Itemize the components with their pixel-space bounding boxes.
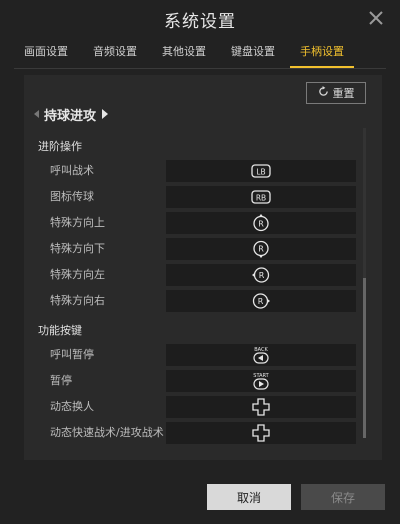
- svg-text:START: START: [253, 373, 269, 379]
- binding-row: 暂停 START: [34, 370, 356, 392]
- scrollbar-thumb[interactable]: [363, 278, 366, 438]
- right-stick-up-icon: R: [253, 214, 269, 232]
- save-button[interactable]: 保存: [301, 484, 385, 510]
- binding-key-slot[interactable]: R: [166, 290, 356, 312]
- binding-row: 呼叫战术 LB: [34, 160, 356, 182]
- binding-label: 特殊方向右: [50, 294, 105, 307]
- binding-label: 呼叫战术: [50, 164, 94, 177]
- binding-row: 特殊方向右 R: [34, 290, 356, 312]
- next-section-icon[interactable]: [102, 109, 109, 119]
- back-button-icon: BACK: [253, 347, 269, 364]
- svg-text:R: R: [259, 271, 265, 280]
- binding-label: 特殊方向下: [50, 242, 105, 255]
- binding-key-slot[interactable]: R: [166, 264, 356, 286]
- tab-keyboard[interactable]: 键盘设置: [221, 40, 285, 68]
- binding-key-slot[interactable]: [166, 422, 356, 444]
- svg-text:LB: LB: [256, 168, 265, 177]
- lb-button-icon: LB: [251, 164, 271, 178]
- binding-label: 图标传球: [50, 190, 94, 203]
- close-icon[interactable]: [366, 8, 386, 28]
- reset-icon: [318, 86, 329, 100]
- binding-row: 动态快速战术/进攻战术: [34, 422, 356, 444]
- svg-text:R: R: [258, 220, 264, 229]
- binding-label: 动态换人: [50, 400, 94, 413]
- prev-section-icon[interactable]: [34, 110, 39, 118]
- binding-row: 特殊方向上 R: [34, 212, 356, 234]
- tab-audio[interactable]: 音频设置: [83, 40, 147, 68]
- binding-key-slot[interactable]: R: [166, 212, 356, 234]
- binding-label: 呼叫暂停: [50, 348, 94, 361]
- right-stick-right-icon: R: [252, 293, 270, 309]
- section-selector: 持球进攻: [34, 104, 109, 124]
- binding-row: 呼叫暂停 BACK: [34, 344, 356, 366]
- binding-row: 特殊方向左 R: [34, 264, 356, 286]
- start-button-icon: START: [253, 373, 270, 390]
- group-title-function-keys: 功能按键: [38, 324, 82, 337]
- binding-key-slot[interactable]: R: [166, 238, 356, 260]
- reset-button[interactable]: 重置: [306, 82, 366, 104]
- tab-gamepad[interactable]: 手柄设置: [290, 40, 354, 68]
- group-title-advanced: 进阶操作: [38, 140, 82, 153]
- tab-divider: [14, 68, 386, 69]
- rb-button-icon: RB: [251, 190, 271, 204]
- binding-key-slot[interactable]: LB: [166, 160, 356, 182]
- right-stick-down-icon: R: [253, 240, 269, 258]
- tab-display[interactable]: 画面设置: [14, 40, 78, 68]
- section-label: 持球进攻: [44, 108, 97, 124]
- settings-tabs: 画面设置 音频设置 其他设置 键盘设置 手柄设置: [0, 40, 400, 70]
- window-title: 系统设置: [164, 11, 236, 32]
- binding-row: 图标传球 RB: [34, 186, 356, 208]
- binding-label: 特殊方向左: [50, 268, 105, 281]
- binding-key-slot[interactable]: [166, 396, 356, 418]
- svg-text:RB: RB: [256, 194, 266, 203]
- cancel-button[interactable]: 取消: [207, 484, 291, 510]
- svg-text:BACK: BACK: [254, 347, 268, 353]
- title-bar: 系统设置: [0, 0, 400, 38]
- binding-key-slot[interactable]: START: [166, 370, 356, 392]
- binding-label: 特殊方向上: [50, 216, 105, 229]
- binding-key-slot[interactable]: RB: [166, 186, 356, 208]
- scrollbar-track[interactable]: [363, 128, 366, 438]
- svg-text:R: R: [258, 245, 264, 254]
- binding-key-slot[interactable]: BACK: [166, 344, 356, 366]
- tab-other[interactable]: 其他设置: [152, 40, 216, 68]
- binding-row: 动态换人: [34, 396, 356, 418]
- dpad-icon: [252, 424, 270, 442]
- reset-label: 重置: [332, 87, 355, 100]
- binding-label: 动态快速战术/进攻战术: [50, 426, 164, 439]
- dpad-icon: [252, 398, 270, 416]
- binding-label: 暂停: [50, 374, 72, 387]
- binding-row: 特殊方向下 R: [34, 238, 356, 260]
- svg-text:R: R: [258, 297, 264, 306]
- right-stick-left-icon: R: [252, 267, 270, 283]
